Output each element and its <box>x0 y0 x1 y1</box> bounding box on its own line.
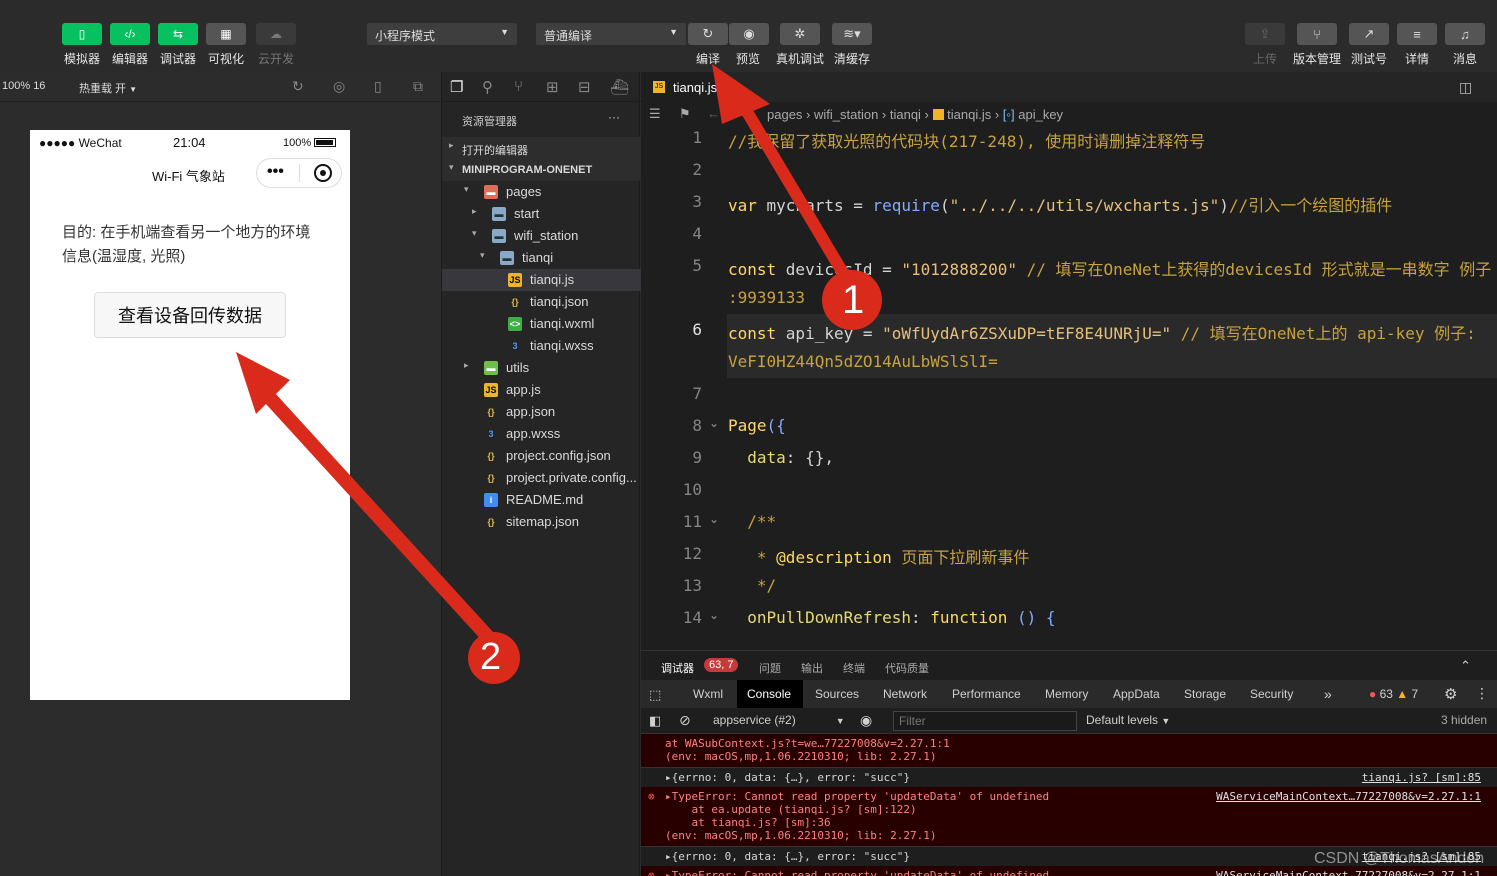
devtools-window: ▯ 模拟器 ‹/› 编辑器 ⇆ 调试器 ▦ 可视化 ☁ 云开发 小程序模式 ▼ 普… <box>0 0 1497 876</box>
marker-2-label: 2 <box>480 636 502 678</box>
arrow-2 <box>236 352 507 657</box>
annotation-overlay <box>236 64 882 684</box>
marker-1-label: 1 <box>842 278 865 322</box>
watermark: CSDN @ThomasAndon <box>1314 850 1485 867</box>
